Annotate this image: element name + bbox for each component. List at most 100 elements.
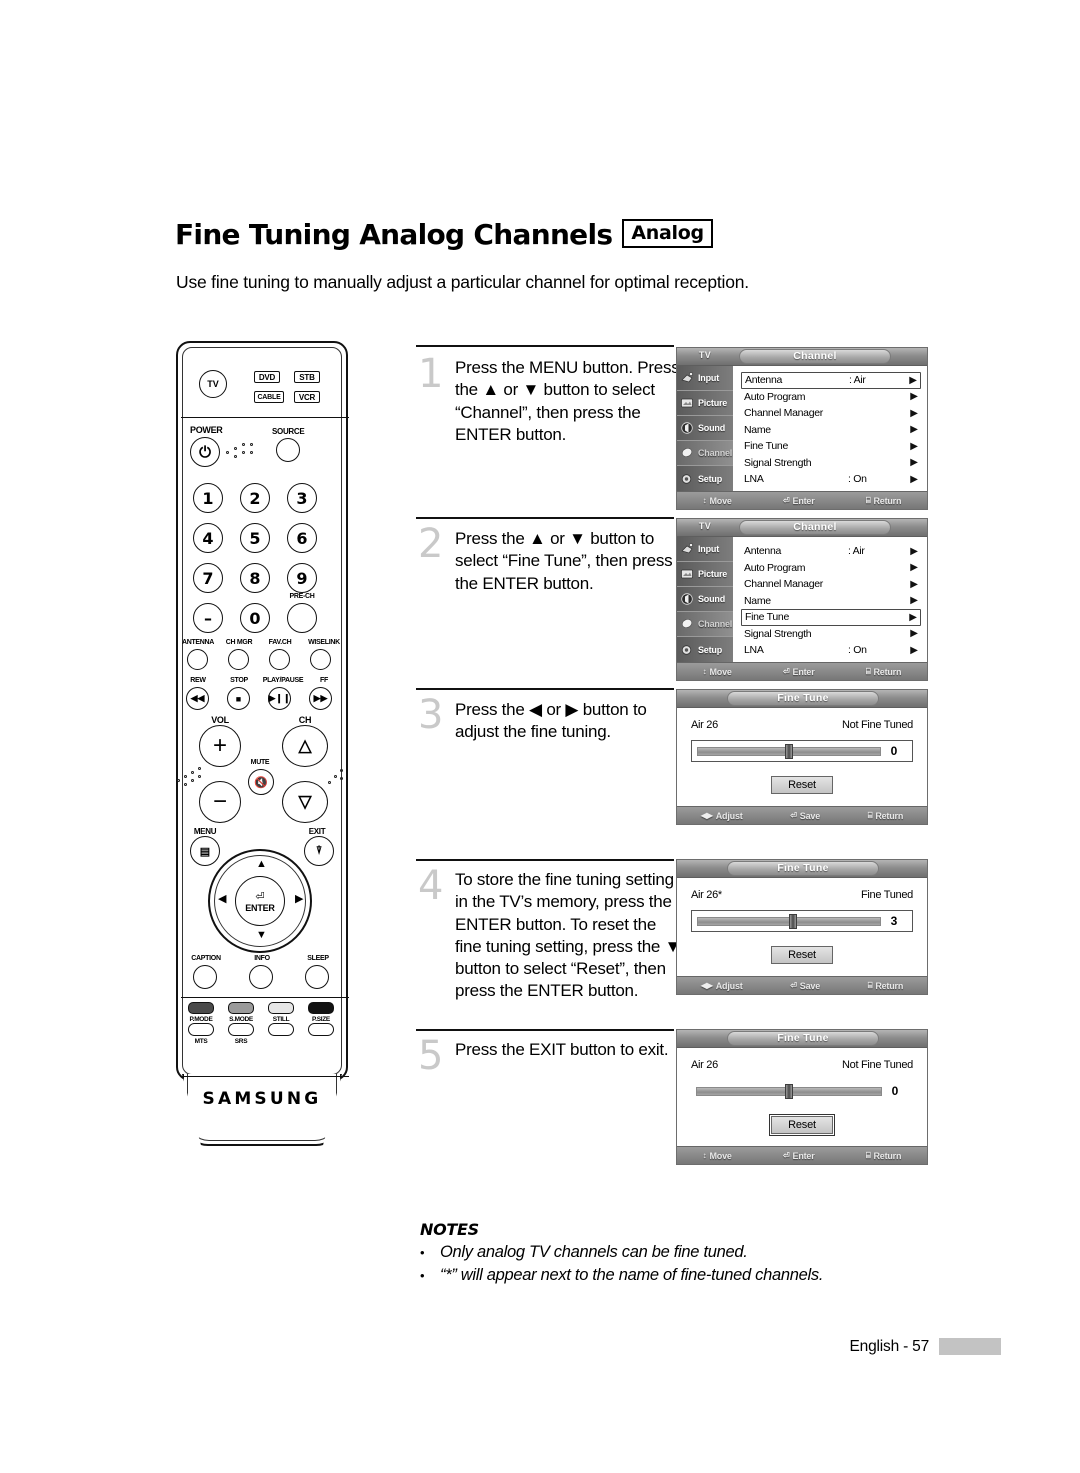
menu-row-channel-manager[interactable]: Channel Manager ▶ (741, 405, 921, 422)
fine-tune-slider-box[interactable]: 3 (691, 910, 913, 932)
sidebar-item-channel[interactable]: Channel (677, 441, 733, 466)
remote-pmode-color-button[interactable] (188, 1002, 214, 1014)
menu-row-lna[interactable]: LNA : On ▶ (741, 642, 921, 659)
dpad-up-icon[interactable]: ▲ (256, 859, 267, 870)
remote-caption-button[interactable] (193, 965, 217, 989)
sidebar-item-picture[interactable]: Picture (677, 391, 733, 416)
dpad-down-icon[interactable]: ▼ (256, 930, 267, 941)
sidebar-item-input[interactable]: Input (677, 366, 733, 391)
remote-still-color-button[interactable] (268, 1002, 294, 1014)
menu-row-fine-tune[interactable]: Fine Tune ▶ (741, 609, 921, 626)
remote-rew-button[interactable]: ◀◀ (186, 687, 209, 710)
footer-item-move: ↕ Move (703, 496, 732, 506)
remote-num-2[interactable]: 2 (240, 483, 270, 513)
remote-num-8[interactable]: 8 (240, 563, 270, 593)
remote-channel-up-button[interactable]: △ (282, 725, 328, 767)
remote-srs-button[interactable] (228, 1023, 254, 1036)
menu-row-fine-tune[interactable]: Fine Tune ▶ (741, 438, 921, 455)
sidebar-item-sound[interactable]: Sound (677, 416, 733, 441)
remote-psize-color-button[interactable] (308, 1002, 334, 1014)
sidebar-item-sound[interactable]: Sound (677, 587, 733, 612)
remote-dvd-button[interactable]: DVD (254, 371, 280, 383)
remote-channel-down-button[interactable]: ▽ (282, 781, 328, 823)
remote-stop-button[interactable]: ■ (227, 687, 250, 710)
dpad-right-icon[interactable]: ▶ (295, 894, 303, 905)
remote-num-0[interactable]: 0 (240, 603, 270, 633)
fine-tune-slider-box[interactable]: 0 (691, 1080, 913, 1102)
footer-label-adjust: Adjust (715, 980, 743, 991)
remote-ff-button[interactable]: ▶▶ (309, 687, 332, 710)
remote-play-pause-button[interactable]: ▶❙❙ (268, 687, 291, 710)
remote-smode-color-button[interactable] (228, 1002, 254, 1014)
menu-row-antenna[interactable]: Antenna : Air ▶ (741, 372, 921, 389)
fine-tune-slider-thumb[interactable] (785, 1084, 793, 1099)
remote-pre-ch-button[interactable] (287, 603, 317, 633)
remote-stb-button[interactable]: STB (294, 371, 320, 383)
remote-tv-button[interactable]: TV (199, 370, 227, 398)
remote-enter-button[interactable]: ⏎ ENTER (235, 876, 285, 926)
dpad-left-icon[interactable]: ◀ (218, 894, 226, 905)
remote-wiselink-button[interactable] (310, 649, 331, 670)
menu-row-channel-manager[interactable]: Channel Manager ▶ (741, 576, 921, 593)
remote-blank-button-1[interactable] (268, 1023, 294, 1036)
remote-num-4[interactable]: 4 (193, 523, 223, 553)
menu-row-auto-program[interactable]: Auto Program ▶ (741, 560, 921, 577)
reset-button[interactable]: Reset (768, 1113, 836, 1137)
remote-power-button[interactable]: ⏻ (190, 437, 220, 467)
sidebar-item-input[interactable]: Input (677, 537, 733, 562)
menu-row-lna[interactable]: LNA : On ▶ (741, 471, 921, 488)
remote-menu-button[interactable]: ▤ (190, 836, 220, 866)
menu-row-signal-strength[interactable]: Signal Strength ▶ (741, 626, 921, 643)
still-label: STILL (272, 1016, 290, 1023)
remote-dash-button[interactable]: – (193, 603, 223, 633)
remote-source-button[interactable] (276, 438, 300, 462)
remote-mts-button[interactable] (188, 1023, 214, 1036)
fine-tune-slider-thumb[interactable] (788, 914, 797, 929)
remote-exit-button[interactable]: ⍒ (304, 836, 334, 866)
remote-num-9[interactable]: 9 (287, 563, 317, 593)
menu-row-name[interactable]: Name ▶ (741, 422, 921, 439)
sidebar-item-setup[interactable]: Setup (677, 466, 733, 491)
remote-info-button[interactable] (249, 965, 273, 989)
return-icon: ⌸ (867, 980, 873, 990)
sidebar-item-picture[interactable]: Picture (677, 562, 733, 587)
remote-blank-button-2[interactable] (308, 1023, 334, 1036)
fine-tune-slider-track[interactable] (697, 914, 881, 929)
sidebar-item-setup[interactable]: Setup (677, 637, 733, 662)
remote-num-3[interactable]: 3 (287, 483, 317, 513)
footer-label-move: Move (709, 495, 732, 506)
osd-topbar: TV Channel (677, 519, 927, 537)
psize-label: P.SIZE (312, 1016, 330, 1023)
remote-volume-down-button[interactable]: − (199, 781, 241, 823)
remote-antenna-button[interactable] (187, 649, 208, 670)
remote-fav-ch-button[interactable] (269, 649, 290, 670)
fine-tune-slider-track[interactable] (696, 1084, 882, 1099)
chevron-right-icon: ▶ (910, 391, 918, 403)
chevron-right-icon: ▶ (910, 578, 918, 590)
step-divider-2 (416, 517, 674, 519)
remote-sleep-button[interactable] (305, 965, 329, 989)
menu-row-name[interactable]: Name ▶ (741, 593, 921, 610)
remote-num-5[interactable]: 5 (240, 523, 270, 553)
remote-num-6[interactable]: 6 (287, 523, 317, 553)
remote-vcr-button[interactable]: VCR (294, 391, 320, 403)
fine-tune-slider-thumb[interactable] (785, 744, 793, 759)
reset-button[interactable]: Reset (771, 946, 833, 964)
step-text-1: Press the MENU button. Press the ▲ or ▼ … (455, 358, 680, 444)
fine-tune-slider-track[interactable] (697, 744, 881, 759)
menu-row-antenna[interactable]: Antenna : Air ▶ (741, 543, 921, 560)
caption-label: CAPTION (191, 955, 221, 962)
menu-row-signal-strength[interactable]: Signal Strength ▶ (741, 455, 921, 472)
footer-item-adjust: ◀▶ Adjust (701, 981, 743, 991)
remote-mute-button[interactable]: 🔇 (248, 769, 274, 795)
remote-cable-button[interactable]: CABLE (254, 391, 284, 403)
remote-num-7[interactable]: 7 (193, 563, 223, 593)
remote-ch-mgr-button[interactable] (228, 649, 249, 670)
remote-num-1[interactable]: 1 (193, 483, 223, 513)
reset-button[interactable]: Reset (771, 776, 833, 794)
fine-tune-slider-box[interactable]: 0 (691, 740, 913, 762)
rew-label: REW (190, 677, 206, 684)
remote-volume-up-button[interactable]: + (199, 725, 241, 767)
sidebar-item-channel[interactable]: Channel (677, 612, 733, 637)
menu-row-auto-program[interactable]: Auto Program ▶ (741, 389, 921, 406)
